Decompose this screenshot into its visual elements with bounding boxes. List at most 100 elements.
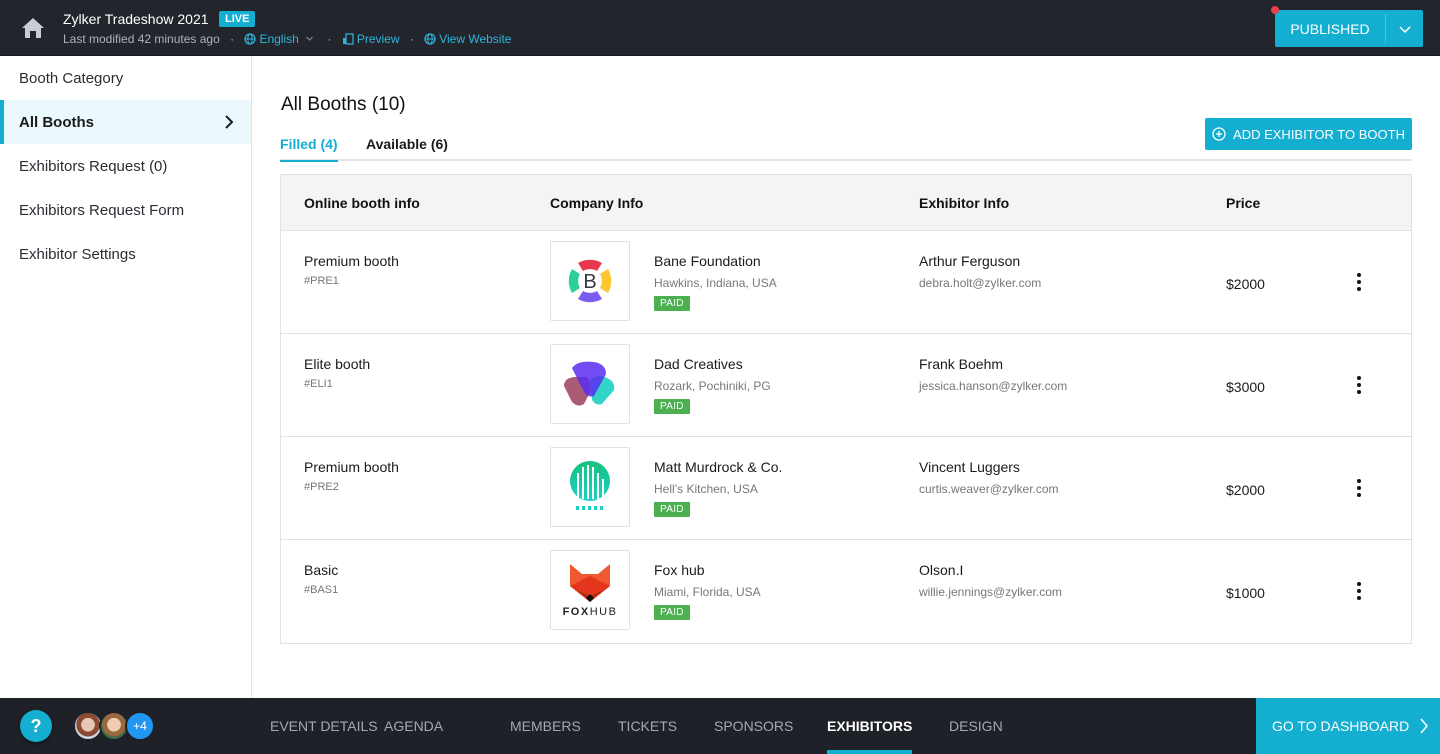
- chevron-down-icon: [1398, 25, 1411, 33]
- table-row[interactable]: Elite booth #ELI1 Dad Creatives Rozark, …: [281, 334, 1411, 437]
- exhibitor-name: Arthur Ferguson: [919, 253, 1021, 269]
- live-badge: LIVE: [218, 10, 256, 27]
- sidebar-item-exhibitor-settings[interactable]: Exhibitor Settings: [0, 232, 251, 276]
- top-bar: Zylker Tradeshow 2021 LIVE Last modified…: [0, 0, 1440, 56]
- sidebar-item-label: Exhibitors Request Form: [19, 201, 185, 219]
- company-location: Miami, Florida, USA: [654, 585, 761, 599]
- table-row[interactable]: Premium booth #PRE2 Matt Murdrock & Co. …: [281, 437, 1411, 540]
- table-row[interactable]: Premium booth #PRE1 B Bane Foundation Ha…: [281, 231, 1411, 334]
- company-name: Dad Creatives: [654, 356, 743, 372]
- company-name: Bane Foundation: [654, 253, 761, 269]
- column-header: Online booth info: [304, 195, 420, 211]
- preview-label: Preview: [356, 32, 400, 46]
- sidebar-item-label: All Booths: [19, 113, 94, 131]
- company-location: Rozark, Pochiniki, PG: [654, 379, 771, 393]
- booth-name: Premium booth: [304, 459, 399, 475]
- published-button-group: PUBLISHED: [1275, 10, 1423, 47]
- sidebar-item-label: Booth Category: [19, 69, 124, 87]
- company-location: Hawkins, Indiana, USA: [654, 276, 777, 290]
- bane-foundation-logo: B: [550, 241, 630, 321]
- dad-creatives-logo: [550, 344, 630, 424]
- chevron-right-icon: [225, 115, 234, 129]
- exhibitor-email: debra.holt@zylker.com: [919, 276, 1042, 290]
- status-badge: PAID: [654, 296, 690, 311]
- company-location: Hell’s Kitchen, USA: [654, 482, 758, 496]
- dashboard-label: GO TO DASHBOARD: [1272, 718, 1410, 734]
- nav-event-details[interactable]: EVENT DETAILS: [270, 698, 378, 754]
- column-header: Company Info: [550, 195, 644, 211]
- more-options-icon[interactable]: [1351, 580, 1367, 602]
- fox-hub-wordmark: FOXHUB: [562, 606, 618, 618]
- booth-name: Premium booth: [304, 253, 399, 269]
- booth-name: Elite booth: [304, 356, 371, 372]
- more-members-count[interactable]: +4: [125, 711, 155, 741]
- go-to-dashboard-button[interactable]: GO TO DASHBOARD: [1256, 698, 1440, 754]
- add-exhibitor-button[interactable]: ADD EXHIBITOR TO BOOTH: [1205, 118, 1412, 150]
- booth-code: #ELI1: [304, 378, 333, 390]
- booth-code: #PRE2: [304, 481, 339, 493]
- status-badge: PAID: [654, 605, 690, 620]
- booth-price: $2000: [1226, 276, 1265, 292]
- sidebar: Booth Category All Booths Exhibitors Req…: [0, 56, 252, 698]
- event-title: Zylker Tradeshow 2021: [63, 10, 209, 27]
- column-header: Price: [1226, 195, 1261, 211]
- notification-dot: [1271, 6, 1279, 14]
- chevron-right-icon: [1420, 718, 1429, 734]
- home-icon[interactable]: [20, 16, 46, 40]
- preview-link[interactable]: Preview: [342, 32, 403, 46]
- booth-price: $3000: [1226, 379, 1265, 395]
- booth-name: Basic: [304, 562, 339, 578]
- more-options-icon[interactable]: [1351, 271, 1367, 293]
- tab-available[interactable]: Available (6): [366, 136, 448, 152]
- view-website-link[interactable]: View Website: [424, 32, 511, 46]
- separator-dot: ·: [230, 32, 235, 46]
- sidebar-item-exhibitors-request[interactable]: Exhibitors Request (0): [0, 144, 251, 188]
- nav-members[interactable]: MEMBERS: [510, 698, 581, 754]
- sidebar-item-label: Exhibitor Settings: [19, 245, 136, 263]
- publish-options-dropdown[interactable]: [1386, 10, 1423, 47]
- published-button[interactable]: PUBLISHED: [1275, 10, 1385, 47]
- table-row[interactable]: Basic #BAS1 FOXHUB Fox hub Miami, Florid…: [281, 540, 1411, 643]
- nav-design[interactable]: DESIGN: [949, 698, 1003, 754]
- status-badge: PAID: [654, 399, 690, 414]
- table-header: Online booth info Company Info Exhibitor…: [281, 175, 1411, 231]
- exhibitor-email: willie.jennings@zylker.com: [919, 585, 1062, 599]
- booth-code: #PRE1: [304, 275, 339, 287]
- sidebar-item-label: Exhibitors Request (0): [19, 157, 168, 175]
- tab-filled[interactable]: Filled (4): [280, 136, 338, 162]
- matt-murdrock-logo: [550, 447, 630, 527]
- globe-icon: [244, 33, 257, 45]
- last-modified: Last modified 42 minutes ago: [63, 32, 220, 46]
- separator-dot: ·: [327, 32, 332, 46]
- nav-sponsors[interactable]: SPONSORS: [714, 698, 793, 754]
- more-options-icon[interactable]: [1351, 374, 1367, 396]
- plus-circle-icon: [1212, 127, 1226, 141]
- column-header: Exhibitor Info: [919, 195, 1010, 211]
- svg-text:B: B: [583, 271, 596, 293]
- fox-hub-logo: FOXHUB: [550, 550, 630, 630]
- booths-table: Online booth info Company Info Exhibitor…: [280, 174, 1412, 644]
- booth-code: #BAS1: [304, 584, 339, 596]
- nav-exhibitors[interactable]: EXHIBITORS: [827, 698, 913, 754]
- nav-agenda[interactable]: AGENDA: [384, 698, 443, 754]
- language-select[interactable]: English: [244, 32, 320, 46]
- preview-icon: [342, 33, 354, 45]
- exhibitor-name: Vincent Luggers: [919, 459, 1020, 475]
- more-options-icon[interactable]: [1351, 477, 1367, 499]
- nav-tickets[interactable]: TICKETS: [618, 698, 677, 754]
- booth-price: $1000: [1226, 585, 1265, 601]
- add-exhibitor-label: ADD EXHIBITOR TO BOOTH: [1233, 126, 1405, 142]
- exhibitor-name: Frank Boehm: [919, 356, 1004, 372]
- separator-dot: ·: [409, 32, 414, 46]
- exhibitor-email: curtis.weaver@zylker.com: [919, 482, 1059, 496]
- sidebar-item-booth-category[interactable]: Booth Category: [0, 56, 251, 100]
- website-icon: [424, 33, 436, 45]
- sidebar-item-exhibitors-request-form[interactable]: Exhibitors Request Form: [0, 188, 251, 232]
- exhibitor-email: jessica.hanson@zylker.com: [919, 379, 1068, 393]
- status-badge: PAID: [654, 502, 690, 517]
- exhibitor-name: Olson.I: [919, 562, 964, 578]
- help-button[interactable]: ?: [20, 710, 52, 742]
- sidebar-item-all-booths[interactable]: All Booths: [0, 100, 251, 144]
- booth-price: $2000: [1226, 482, 1265, 498]
- company-name: Fox hub: [654, 562, 705, 578]
